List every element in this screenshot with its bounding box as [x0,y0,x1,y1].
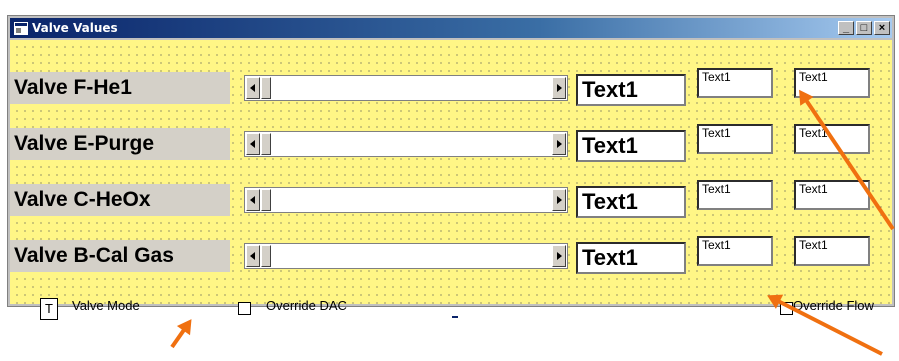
scroll-right-button[interactable] [552,133,566,155]
valve-scrollbar-e-purge[interactable] [244,131,568,157]
value-text-large[interactable]: Text1 [576,242,686,274]
annotation-arrow-valve-mode [170,321,191,349]
arrow-right-icon [557,252,562,260]
valve-mode-label: Valve Mode [72,298,140,313]
value-text-small-1[interactable]: Text1 [697,68,773,98]
valve-label-e-purge: Valve E-Purge [10,128,230,160]
valve-scrollbar-f-he1[interactable] [244,75,568,101]
valve-label-f-he1: Valve F-He1 [10,72,230,104]
scroll-thumb[interactable] [261,189,271,211]
valve-mode-textbox[interactable]: T [40,298,58,320]
minimize-icon: _ [842,22,850,34]
arrow-left-icon [250,140,255,148]
close-icon: × [878,22,886,34]
close-button[interactable]: × [874,21,890,35]
minimize-button[interactable]: _ [838,21,854,35]
override-dac-checkbox[interactable] [238,302,251,315]
scroll-right-button[interactable] [552,189,566,211]
scroll-left-button[interactable] [246,77,260,99]
scroll-thumb[interactable] [261,77,271,99]
scroll-thumb[interactable] [261,245,271,267]
valve-label-c-heox: Valve C-HeOx [10,184,230,216]
valve-scrollbar-b-cal-gas[interactable] [244,243,568,269]
scroll-left-button[interactable] [246,245,260,267]
valve-label-b-cal-gas: Valve B-Cal Gas [10,240,230,272]
title-bar[interactable]: Valve Values _ □ × [10,18,892,38]
value-text-small-1[interactable]: Text1 [697,180,773,210]
arrow-right-icon [557,196,562,204]
app-icon [14,21,28,35]
maximize-button[interactable]: □ [856,21,872,35]
value-text-large[interactable]: Text1 [576,130,686,162]
value-text-large[interactable]: Text1 [576,74,686,106]
value-text-small-2[interactable]: Text1 [794,236,870,266]
arrow-right-icon [557,140,562,148]
scroll-thumb[interactable] [261,133,271,155]
arrow-left-icon [250,252,255,260]
scroll-left-button[interactable] [246,189,260,211]
arrow-right-icon [557,84,562,92]
valve-values-window: Valve Values _ □ × Valve F-He1 Text1 Tex… [7,15,895,320]
scroll-right-button[interactable] [552,245,566,267]
valve-scrollbar-c-heox[interactable] [244,187,568,213]
override-dac-label: Override DAC [266,298,347,313]
value-text-small-1[interactable]: Text1 [697,124,773,154]
value-text-small-2[interactable]: Text1 [794,180,870,210]
maximize-icon: □ [860,22,868,34]
arrow-left-icon [250,196,255,204]
scroll-left-button[interactable] [246,133,260,155]
scroll-right-button[interactable] [552,77,566,99]
window-title: Valve Values [32,21,118,35]
value-text-large[interactable]: Text1 [576,186,686,218]
form-client-area: Valve F-He1 Text1 Text1 Text1 Valve E-Pu… [10,40,892,320]
arrow-left-icon [250,84,255,92]
focus-marker [452,316,458,318]
value-text-small-1[interactable]: Text1 [697,236,773,266]
